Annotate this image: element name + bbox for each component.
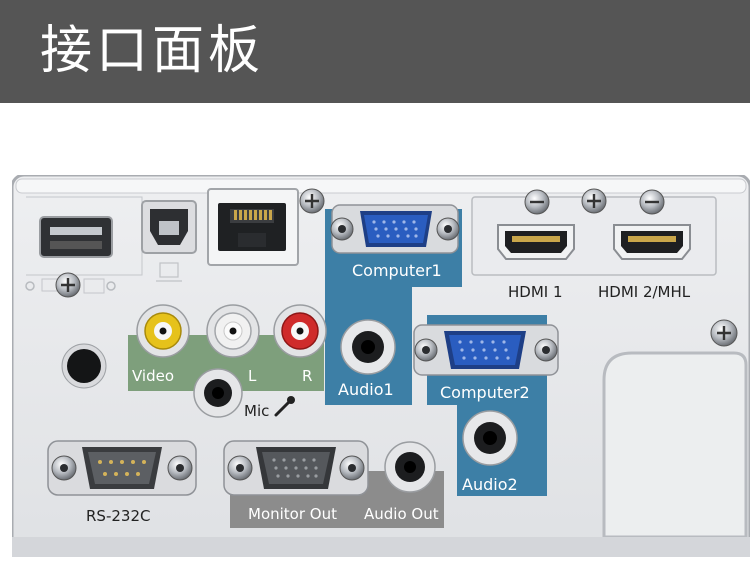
label-mic: Mic: [244, 402, 270, 420]
screw-right: [710, 319, 738, 347]
mic-jack: [193, 368, 243, 418]
hdmi2-port: [613, 224, 691, 260]
screw-hdmi-right: [639, 189, 665, 215]
screw-lan: [299, 188, 325, 214]
rs232c-port: [47, 440, 197, 496]
page-title: 接口面板: [40, 21, 265, 81]
label-video: Video: [132, 367, 175, 385]
projector-interface-panel: Computer1 Audio1 Computer2 Audio2 HDMI 1…: [10, 173, 750, 559]
usb-b-port: [141, 200, 197, 254]
vga-computer1-port: [330, 204, 460, 254]
security-slot: [61, 343, 107, 389]
rca-left-jack: [206, 304, 260, 358]
panel-illustration: [10, 173, 750, 559]
label-audio2: Audio2: [462, 475, 518, 494]
label-hdmi2: HDMI 2/MHL: [598, 283, 691, 301]
label-rs232c: RS-232C: [86, 507, 151, 525]
housing-corner: [602, 351, 748, 539]
label-computer1: Computer1: [352, 261, 442, 280]
label-right: R: [302, 367, 313, 385]
usb-a-port: [39, 216, 113, 258]
lan-port: [207, 188, 299, 266]
label-audio1: Audio1: [338, 380, 394, 399]
vga-computer2-port: [413, 324, 559, 376]
screw-usb: [55, 272, 81, 298]
screw-hdmi-mid: [581, 188, 607, 214]
monitor-out-port: [223, 440, 369, 496]
label-hdmi1: HDMI 1: [508, 283, 563, 301]
rca-video-jack: [136, 304, 190, 358]
label-monitor-out: Monitor Out: [248, 505, 337, 523]
audio1-jack: [340, 319, 396, 375]
label-audio-out: Audio Out: [364, 505, 439, 523]
screw-hdmi-left: [524, 189, 550, 215]
hdmi1-port: [497, 224, 575, 260]
page-header: 接口面板: [0, 0, 750, 103]
audio2-jack: [462, 410, 518, 466]
audio-out-jack: [384, 441, 436, 493]
rca-right-jack: [273, 304, 327, 358]
label-computer2: Computer2: [440, 383, 530, 402]
label-left: L: [248, 367, 257, 385]
